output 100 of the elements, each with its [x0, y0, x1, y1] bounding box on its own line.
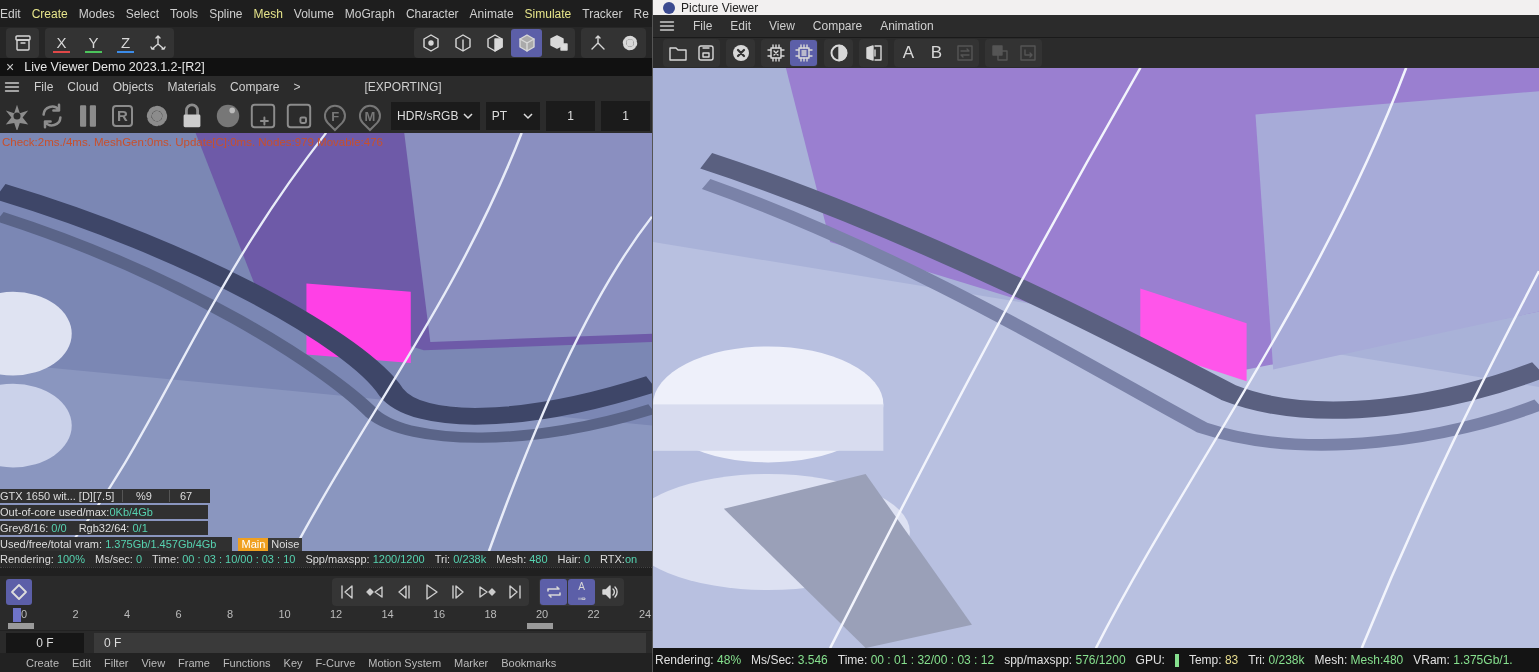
color-space-dropdown[interactable]: HDR/sRGB — [391, 101, 480, 130]
archive-icon — [12, 32, 33, 53]
letter-button[interactable]: A — [895, 40, 922, 66]
frame-number: 20 — [536, 607, 550, 620]
frame-number: 12 — [330, 607, 344, 620]
status-text: Hair: 0 — [557, 553, 590, 565]
frame-number: 8 — [227, 607, 235, 620]
menu-icon — [4, 79, 20, 95]
menu-item[interactable]: Mesh — [253, 6, 283, 21]
letter-button[interactable]: B — [923, 40, 950, 66]
menu-button[interactable] — [4, 79, 20, 95]
frame-number: 6 — [175, 607, 183, 620]
menu-item[interactable]: View — [769, 19, 795, 33]
auto-key-button[interactable]: A — [568, 578, 595, 605]
status-text: Temp: 83 — [1188, 653, 1239, 667]
chip-button[interactable] — [790, 40, 817, 66]
stat-text: Rgb32/64: 0/1 — [78, 522, 148, 534]
menu-item[interactable]: File — [693, 19, 713, 33]
swap-icon — [954, 43, 975, 63]
close-icon — [730, 43, 751, 63]
status-text: GPU: — [1135, 653, 1165, 667]
menu-item[interactable]: Key — [283, 655, 303, 670]
menu-item[interactable]: Spline — [209, 6, 243, 21]
number-field[interactable]: 1 — [546, 100, 596, 131]
letter-button[interactable]: Y — [78, 28, 109, 57]
menu-item[interactable]: Animate — [469, 6, 514, 21]
key-button[interactable] — [6, 578, 32, 605]
frame-number: 16 — [433, 607, 447, 620]
frame-number: 2 — [72, 607, 80, 620]
menu-item[interactable]: Compare — [230, 80, 280, 94]
frame-field[interactable]: 0 F — [6, 633, 84, 653]
menu-item[interactable]: Edit — [730, 19, 752, 33]
menu-icon — [659, 18, 675, 34]
status-text: RTX:on — [600, 553, 638, 565]
menu-item[interactable]: View — [141, 655, 166, 670]
frame-number: 22 — [587, 607, 601, 620]
status-text: Ms/Sec: 3.546 — [751, 653, 828, 667]
playhead[interactable] — [13, 607, 21, 622]
polygon-mode-icon — [484, 32, 505, 53]
region-icon — [284, 101, 313, 130]
status-text: Time: 00 : 03 : 10/00 : 03 : 10 — [152, 553, 296, 565]
menu-item[interactable]: Tracker — [582, 6, 623, 21]
frame-number: 0 — [21, 607, 29, 620]
export-status: [EXPORTING] — [364, 80, 442, 94]
status-text: Ms/sec: 0 — [95, 553, 143, 565]
menu-item[interactable]: Cloud — [67, 80, 99, 94]
app-logo-icon — [663, 1, 675, 14]
menu-item[interactable]: Frame — [178, 655, 210, 670]
menu-item[interactable]: Modes — [78, 6, 115, 21]
cube-icon — [516, 32, 537, 53]
gizmo-icon — [147, 32, 168, 53]
menu-item[interactable]: Create — [31, 6, 68, 21]
status-text: spp/maxspp: 576/1200 — [1004, 653, 1126, 667]
menu-item[interactable]: Filter — [104, 655, 129, 670]
menu-item[interactable]: Compare — [812, 19, 863, 33]
letter-button[interactable]: X — [46, 28, 77, 57]
render-region-button[interactable]: R — [111, 104, 134, 127]
menu-item[interactable]: Create — [26, 655, 60, 670]
kernel-dropdown[interactable]: PT — [485, 101, 541, 130]
range-start-handle[interactable] — [8, 622, 34, 629]
cube-button[interactable] — [511, 28, 542, 57]
menu-item[interactable]: Re — [633, 6, 649, 21]
menu-item[interactable]: Objects — [112, 80, 154, 94]
menu-item[interactable]: Edit — [72, 655, 91, 670]
status-text: VRam: 1.375Gb/1. — [1413, 653, 1513, 667]
menu-item[interactable]: Simulate — [524, 6, 572, 21]
cubes-icon — [548, 32, 569, 53]
menu-item[interactable]: Bookmarks — [501, 655, 557, 670]
window-title: Picture Viewer — [681, 0, 759, 15]
status-text: Mesh: 480 — [496, 553, 548, 565]
add-region-icon — [249, 101, 278, 130]
status-text: Rendering: 100% — [0, 553, 85, 565]
frame-range-field[interactable]: 0 F — [94, 633, 646, 653]
number-field[interactable]: 1 — [601, 100, 651, 131]
menu-item[interactable]: Animation — [880, 19, 934, 33]
menu-item[interactable]: Functions — [222, 655, 271, 670]
edge-mode-icon — [452, 32, 473, 53]
menu-item[interactable]: MoGraph — [344, 6, 395, 21]
letter-button[interactable]: Z — [110, 28, 141, 57]
close-button[interactable]: × — [6, 59, 15, 75]
status-text: Tri: 0/238k — [1248, 653, 1305, 667]
debug-text: Check:2ms./4ms. MeshGen:0ms. Update[C]:0ms. Nodes:979 Movable:476 — [2, 136, 383, 148]
frame-number: 24 — [639, 607, 652, 620]
menu-item[interactable]: Select — [125, 6, 160, 21]
menu-item[interactable]: Materials — [167, 80, 217, 94]
stat-text: Out-of-core used/max:0Kb/4Gb — [0, 506, 153, 518]
menu-item[interactable]: File — [34, 80, 54, 94]
menu-item[interactable]: Motion System — [368, 655, 442, 670]
key-icon — [9, 581, 29, 602]
range-end-handle[interactable] — [527, 622, 553, 629]
menu-item[interactable]: Character — [405, 6, 459, 21]
menu-item[interactable]: > — [293, 80, 301, 94]
menu-button[interactable] — [659, 18, 675, 34]
menu-item[interactable]: F-Curve — [315, 655, 356, 670]
menu-item[interactable]: Edit — [0, 6, 21, 21]
menu-item[interactable]: Volume — [293, 6, 334, 21]
loop-button[interactable] — [540, 578, 567, 605]
layers-icon — [989, 43, 1010, 63]
menu-item[interactable]: Marker — [454, 655, 489, 670]
menu-item[interactable]: Tools — [170, 6, 199, 21]
